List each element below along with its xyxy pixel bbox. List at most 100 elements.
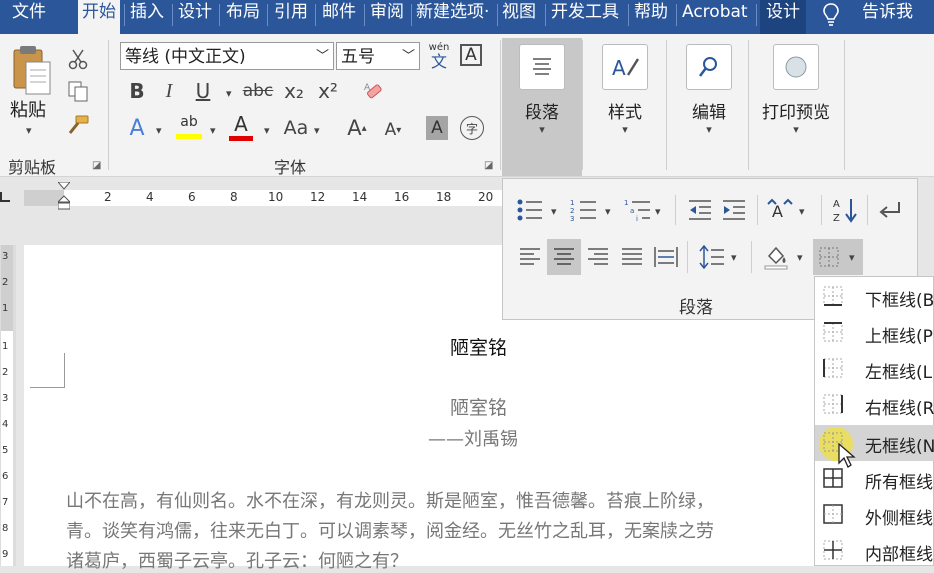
paste-dropdown-icon[interactable]: ▾ <box>26 124 32 137</box>
bold-button[interactable]: B <box>124 78 150 104</box>
vertical-ruler[interactable]: 3 2 1 1 2 3 4 5 6 7 8 9 <box>0 245 16 566</box>
tab-help[interactable]: 帮助 <box>634 0 668 30</box>
subscript-button[interactable]: x₂ <box>280 78 308 104</box>
menu-item-outside-borders[interactable]: 外侧框线 <box>815 497 934 533</box>
menu-item-left-border[interactable]: 左框线(L <box>815 351 934 387</box>
grow-font-button[interactable]: A ▴ <box>344 114 370 142</box>
tab-design-contextual[interactable]: 设计 <box>760 0 806 34</box>
shading-icon[interactable] <box>761 241 791 273</box>
doc-paragraph-line[interactable]: 青。谈笑有鸿儒，往来无白丁。可以调素琴，阅金经。无丝竹之乱耳，无案牍之劳 <box>66 517 714 543</box>
align-left-icon[interactable] <box>515 241 545 273</box>
text-effects-button[interactable]: A <box>124 114 150 142</box>
enclose-characters-button[interactable]: 字 <box>460 116 484 140</box>
character-shading-button[interactable]: A <box>426 116 448 140</box>
chinese-layout-dropdown-icon[interactable]: ▾ <box>799 205 805 218</box>
font-color-dropdown-icon[interactable]: ▾ <box>264 124 270 137</box>
tab-insert[interactable]: 插入 <box>130 0 164 30</box>
shading-dropdown-icon[interactable]: ▾ <box>797 251 803 264</box>
vruler-tick-label: 9 <box>2 549 9 560</box>
line-spacing-dropdown-icon[interactable]: ▾ <box>731 251 737 264</box>
tab-stop-selector-icon[interactable] <box>0 192 10 202</box>
multilevel-list-dropdown-icon[interactable]: ▾ <box>655 205 661 218</box>
editing-button[interactable]: 编辑 ▾ <box>674 44 744 136</box>
tab-layout[interactable]: 布局 <box>226 0 260 30</box>
text-effects-dropdown-icon[interactable]: ▾ <box>156 124 162 137</box>
clear-formatting-icon[interactable]: A <box>360 78 386 104</box>
font-launcher-icon[interactable]: ◪ <box>484 160 493 171</box>
tab-file[interactable]: 文件 <box>12 0 46 30</box>
menu-item-all-borders[interactable]: 所有框线 <box>815 461 934 497</box>
tab-home[interactable]: 开始 <box>78 0 120 34</box>
editing-label: 编辑 <box>692 103 726 123</box>
tab-new-options[interactable]: 新建选项· <box>416 0 489 30</box>
chinese-layout-icon[interactable]: A <box>765 195 795 225</box>
highlight-dropdown-icon[interactable]: ▾ <box>210 124 216 137</box>
strikethrough-button[interactable]: abc <box>242 78 274 104</box>
tab-design[interactable]: 设计 <box>178 0 212 30</box>
tab-review[interactable]: 审阅 <box>370 0 404 30</box>
multilevel-list-icon[interactable]: 1ai <box>623 195 653 225</box>
numbering-dropdown-icon[interactable]: ▾ <box>605 205 611 218</box>
doc-paragraph-line[interactable]: 诸葛庐，西蜀子云亭。孔子云：何陋之有？ <box>66 547 408 573</box>
menu-item-bottom-border[interactable]: 下框线(B <box>815 279 934 315</box>
indent-marker-icon[interactable] <box>56 181 72 210</box>
paragraph-dropdown-icon: ▾ <box>539 123 545 136</box>
vruler-tick-label: 3 <box>2 393 9 404</box>
shrink-font-button[interactable]: A ▾ <box>380 116 406 144</box>
paste-button[interactable]: 粘贴 <box>10 96 46 122</box>
font-size-combo[interactable]: 五号 ﹀ <box>336 42 420 70</box>
doc-subtitle[interactable]: 陋室铭 <box>450 393 507 420</box>
tell-me-search[interactable]: 告诉我 <box>862 0 913 30</box>
change-case-button[interactable]: Aa <box>282 114 310 142</box>
menu-item-right-border[interactable]: 右框线(R <box>815 387 934 423</box>
menu-item-top-border[interactable]: 上框线(P <box>815 315 934 351</box>
clipboard-launcher-icon[interactable]: ◪ <box>92 160 101 171</box>
phonetic-guide-button[interactable]: wén 文 <box>428 42 450 70</box>
borders-button[interactable]: ▾ <box>813 239 863 275</box>
styles-button[interactable]: A 样式 ▾ <box>590 44 660 136</box>
bullets-dropdown-icon[interactable]: ▾ <box>551 205 557 218</box>
paste-icon <box>8 44 54 100</box>
right-border-icon <box>823 394 843 414</box>
bullets-icon[interactable] <box>515 195 545 225</box>
change-case-dropdown-icon[interactable]: ▾ <box>314 124 320 137</box>
ruler-tick-label: 8 <box>230 190 238 204</box>
menu-item-inside-borders[interactable]: 内部框线 <box>815 533 934 569</box>
italic-button[interactable]: I <box>156 78 182 104</box>
horizontal-ruler[interactable]: 2 4 6 8 10 12 14 16 18 20 <box>0 180 504 210</box>
justify-icon[interactable] <box>617 241 647 273</box>
cut-icon[interactable] <box>64 46 92 72</box>
tab-developer[interactable]: 开发工具 <box>551 0 619 30</box>
increase-indent-icon[interactable] <box>719 195 749 225</box>
print-preview-button[interactable]: 打印预览 ▾ <box>756 44 836 136</box>
paragraph-button[interactable]: 段落 ▾ <box>502 38 582 176</box>
distributed-align-icon[interactable] <box>651 241 681 273</box>
decrease-indent-icon[interactable] <box>685 195 715 225</box>
align-right-icon[interactable] <box>583 241 613 273</box>
underline-dropdown-icon[interactable]: ▾ <box>226 87 232 100</box>
numbering-icon[interactable]: 123 <box>569 195 599 225</box>
doc-title[interactable]: 陋室铭 <box>450 333 507 360</box>
font-color-button[interactable]: A <box>228 112 254 142</box>
tab-mailings[interactable]: 邮件 <box>322 0 356 30</box>
line-spacing-icon[interactable] <box>697 241 727 273</box>
svg-text:1: 1 <box>624 199 628 207</box>
tab-view[interactable]: 视图 <box>502 0 536 30</box>
tab-acrobat[interactable]: Acrobat <box>682 0 748 30</box>
tab-references[interactable]: 引用 <box>274 0 308 30</box>
outside-borders-icon <box>823 504 843 524</box>
sort-icon[interactable]: AZ <box>831 195 861 225</box>
svg-text:1: 1 <box>570 199 574 207</box>
character-border-button[interactable]: A <box>460 44 482 66</box>
show-formatting-marks-icon[interactable] <box>875 195 905 225</box>
font-name-combo[interactable]: 等线 (中文正文) ﹀ <box>120 42 334 70</box>
copy-icon[interactable] <box>64 78 92 104</box>
underline-button[interactable]: U <box>190 78 216 104</box>
format-painter-icon[interactable] <box>64 112 92 138</box>
superscript-button[interactable]: x² <box>314 78 342 104</box>
highlight-button[interactable]: ab <box>174 114 204 142</box>
doc-author[interactable]: ——刘禹锡 <box>428 425 518 451</box>
menu-item-no-border[interactable]: 无框线(N <box>815 425 934 468</box>
doc-paragraph-line[interactable]: 山不在高，有仙则名。水不在深，有龙则灵。斯是陋室，惟吾德馨。苔痕上阶绿， <box>66 487 714 513</box>
align-center-icon[interactable] <box>547 239 581 275</box>
